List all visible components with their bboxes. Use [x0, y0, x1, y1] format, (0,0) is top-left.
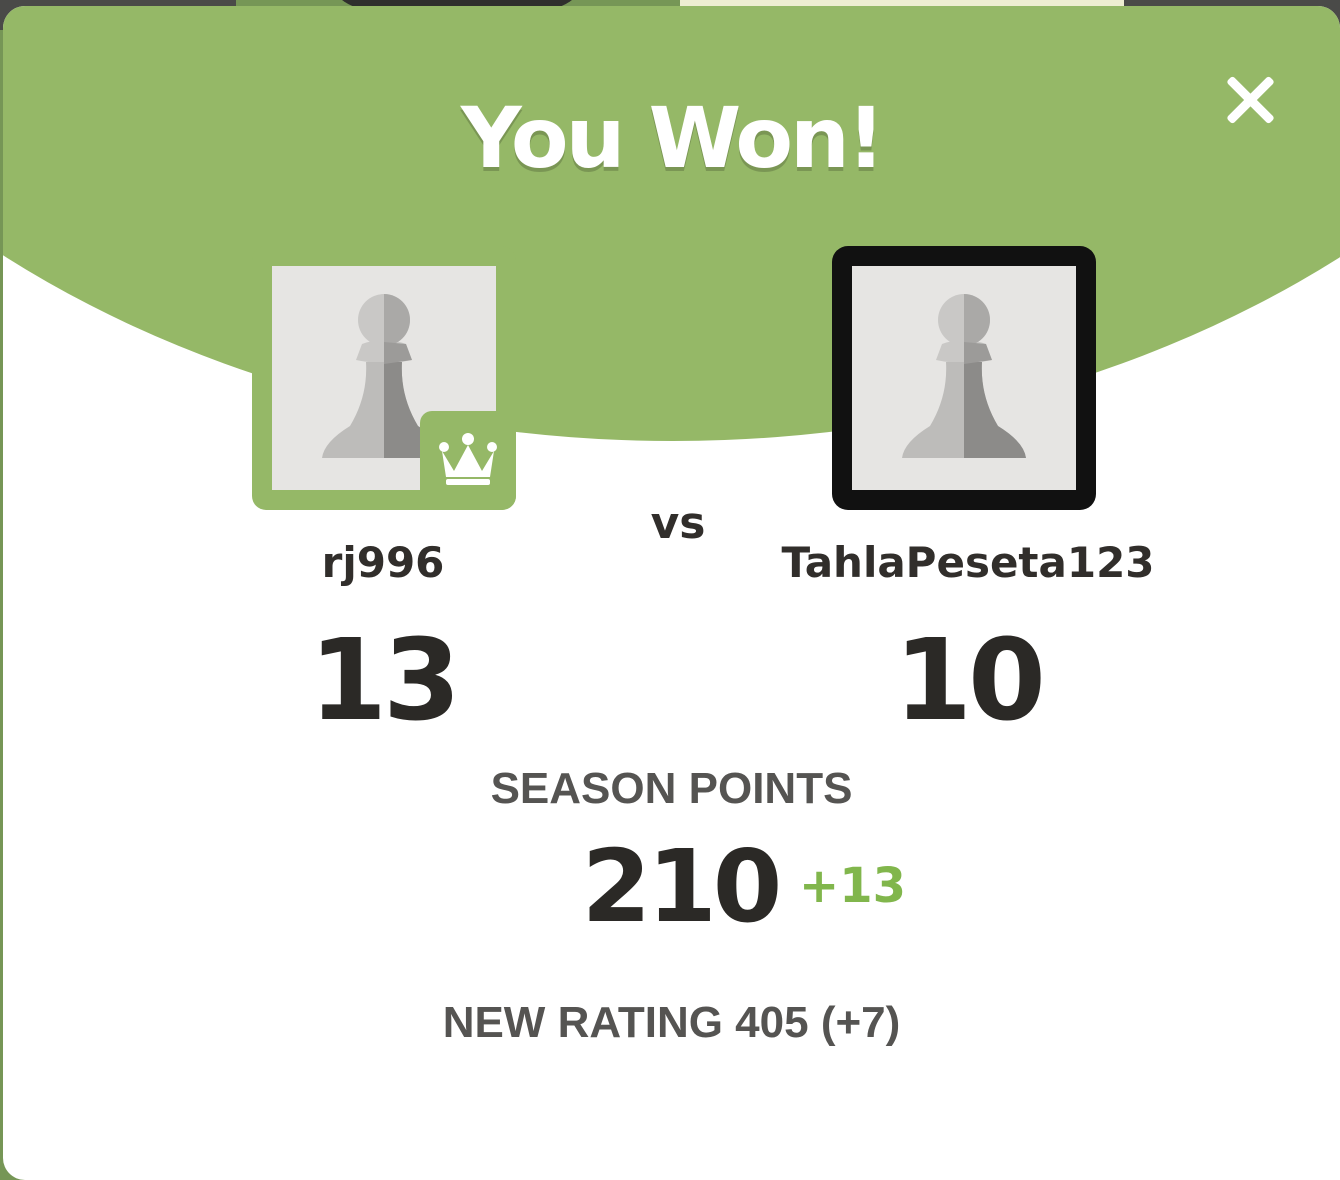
player-score-opponent: 10 [894, 616, 1046, 746]
season-points-label: SEASON POINTS [490, 764, 853, 813]
crown-icon [420, 411, 516, 510]
result-title: You Won! [460, 89, 885, 187]
close-icon[interactable] [1222, 72, 1278, 128]
new-rating-text: NEW RATING 405 (+7) [442, 998, 901, 1047]
player-name-opponent[interactable]: TahlaPeseta123 [763, 538, 1173, 587]
modal-header-background [3, 6, 1340, 441]
player-avatar-opponent[interactable] [832, 246, 1096, 510]
player-name-winner[interactable]: rj996 [233, 538, 533, 587]
season-points-delta: +13 [799, 858, 907, 914]
game-over-modal: You Won! vs rj996 TahlaPeseta123 13 10 S… [3, 6, 1340, 1180]
player-score-winner: 13 [309, 616, 461, 746]
pawn-avatar-icon [852, 266, 1076, 490]
vs-label: vs [650, 498, 706, 549]
season-points-value: 210 [581, 828, 783, 945]
